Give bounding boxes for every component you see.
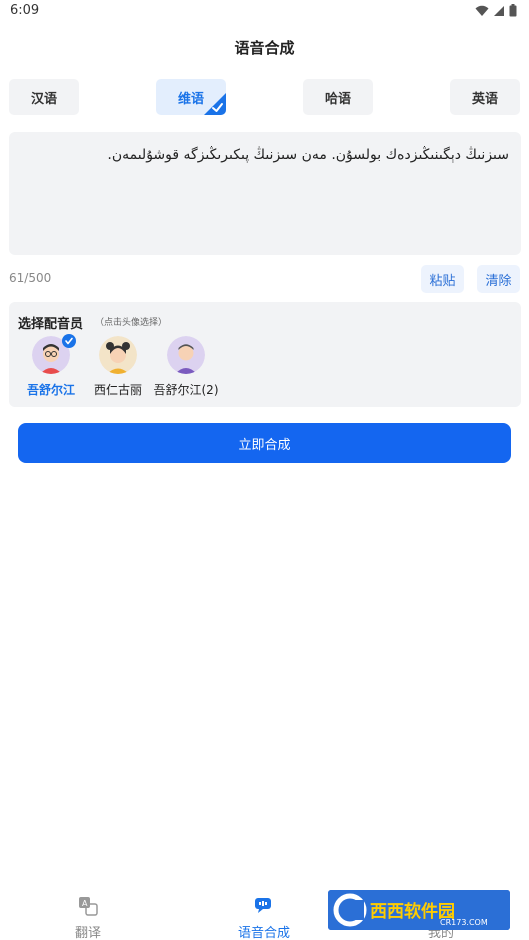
voice-item-3[interactable]: 吾舒尔江(2) [149, 336, 223, 398]
tab-english[interactable]: 英语 [450, 79, 520, 115]
nav-label: 语音合成 [237, 926, 290, 940]
nav-label: 翻译 [74, 926, 101, 940]
voice-name: 吾舒尔江(2) [153, 383, 219, 397]
status-bar: 6:09 [0, 0, 529, 24]
tab-label: 哈语 [324, 91, 351, 107]
signal-icon [494, 5, 504, 16]
clear-button[interactable]: 清除 [477, 265, 520, 293]
female-avatar-icon [99, 336, 137, 374]
avatar [99, 336, 137, 374]
watermark-logo: 西西软件园 CR173.COM [328, 890, 510, 930]
translate-icon: A [79, 897, 98, 916]
voice-panel: 选择配音员 （点击头像选择） 吾舒尔江 西仁古丽 吾舒尔江(2) [9, 302, 521, 407]
nav-translate[interactable]: A 翻译 [38, 894, 138, 940]
voice-item-2[interactable]: 西仁古丽 [81, 336, 155, 398]
tab-label: 汉语 [30, 91, 57, 107]
status-icons [475, 4, 517, 17]
voice-name: 吾舒尔江 [26, 383, 75, 397]
char-counter: 61/500 [9, 271, 52, 285]
paste-button[interactable]: 粘贴 [421, 265, 464, 293]
tab-uyghur[interactable]: 维语 [156, 79, 226, 115]
watermark-logo-icon: 西西软件园 CR173.COM [328, 890, 510, 930]
voice-name: 西仁古丽 [93, 383, 142, 397]
tab-kazakh[interactable]: 哈语 [303, 79, 373, 115]
language-tabs: 汉语 维语 哈语 英语 [9, 79, 521, 115]
synthesize-button[interactable]: 立即合成 [18, 423, 511, 463]
male-avatar-icon [167, 336, 205, 374]
watermark-subtext: CR173.COM [440, 918, 488, 927]
voice-item-1[interactable]: 吾舒尔江 [14, 334, 88, 398]
avatar [167, 336, 205, 374]
wifi-icon [475, 5, 489, 16]
tab-label: 维语 [177, 91, 204, 107]
voice-hint: （点击头像选择） [95, 318, 168, 328]
page-title: 语音合成 [234, 39, 295, 57]
tab-chinese[interactable]: 汉语 [9, 79, 79, 115]
input-text: سىزنىڭ دېگىنىڭىزدەك بولسۇن. مەن سىزنىڭ پ… [107, 147, 509, 163]
nav-voice-synthesis[interactable]: 语音合成 [214, 894, 314, 940]
tab-label: 英语 [471, 91, 498, 107]
status-time: 6:09 [10, 3, 40, 18]
svg-text:A: A [82, 899, 88, 908]
voice-heading: 选择配音员 [18, 317, 84, 332]
check-corner-icon [204, 93, 226, 115]
battery-icon [509, 4, 517, 17]
text-input-area[interactable]: سىزنىڭ دېگىنىڭىزدەك بولسۇن. مەن سىزنىڭ پ… [9, 132, 521, 255]
selected-check-icon [62, 334, 76, 348]
voice-synthesis-icon [255, 898, 271, 913]
